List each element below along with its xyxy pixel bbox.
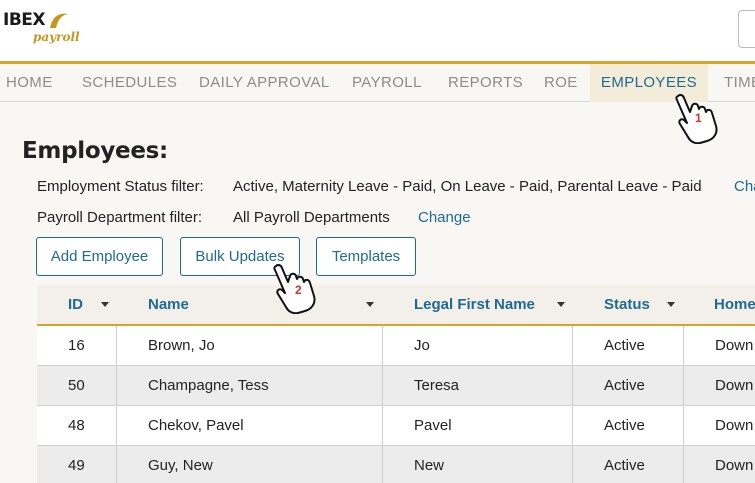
- header-search-input[interactable]: [738, 10, 755, 48]
- logo-wordmark: IBEX: [3, 10, 46, 30]
- table-row[interactable]: 49 Guy, New New Active Down: [37, 446, 755, 483]
- cell-id: 50: [68, 377, 85, 394]
- page-title: Employees:: [22, 138, 168, 164]
- column-header-id[interactable]: ID: [68, 285, 83, 324]
- cell-legal-first-name: Teresa: [414, 377, 460, 394]
- ibex-horn-icon: [50, 13, 68, 28]
- cell-home: Down: [715, 457, 754, 474]
- templates-button[interactable]: Templates: [316, 237, 416, 276]
- table-row[interactable]: 16 Brown, Jo Jo Active Down: [37, 326, 755, 366]
- table-header: ID Name Legal First Name Status Home: [37, 285, 755, 326]
- dept-filter-change-link[interactable]: Change: [418, 209, 471, 226]
- cell-status: Active: [604, 417, 645, 434]
- cell-status: Active: [604, 377, 645, 394]
- sort-caret-icon[interactable]: [667, 302, 675, 307]
- nav-item-payroll[interactable]: PAYROLL: [352, 64, 422, 102]
- add-employee-button[interactable]: Add Employee: [36, 237, 163, 276]
- cell-home: Down: [715, 337, 754, 354]
- column-header-status[interactable]: Status: [604, 285, 650, 324]
- cell-legal-first-name: Jo: [414, 337, 430, 354]
- cell-name[interactable]: Brown, Jo: [148, 326, 215, 365]
- dept-filter-value: All Payroll Departments: [233, 209, 390, 226]
- sort-caret-icon[interactable]: [366, 302, 374, 307]
- status-filter-label: Employment Status filter:: [37, 178, 204, 195]
- cell-id: 49: [68, 457, 85, 474]
- cell-legal-first-name: Pavel: [414, 417, 452, 434]
- nav-item-reports[interactable]: REPORTS: [448, 64, 523, 102]
- sort-caret-icon[interactable]: [557, 302, 565, 307]
- table-row[interactable]: 48 Chekov, Pavel Pavel Active Down: [37, 406, 755, 446]
- column-header-legal-first-name[interactable]: Legal First Name: [414, 285, 535, 324]
- cell-home: Down: [715, 417, 754, 434]
- ibex-payroll-logo[interactable]: IBEX payroll: [3, 10, 80, 50]
- nav-item-roe[interactable]: ROE: [544, 64, 578, 102]
- column-header-name[interactable]: Name: [148, 285, 189, 324]
- nav-item-schedules[interactable]: SCHEDULES: [82, 64, 177, 102]
- column-header-home[interactable]: Home: [714, 285, 755, 324]
- cell-status: Active: [604, 337, 645, 354]
- main-nav: HOME SCHEDULES DAILY APPROVAL PAYROLL RE…: [0, 61, 755, 102]
- main-content: Employees: Employment Status filter: Act…: [0, 102, 755, 483]
- cell-legal-first-name: New: [414, 457, 445, 474]
- dept-filter-label: Payroll Department filter:: [37, 209, 203, 226]
- step-number-badge: 1: [695, 111, 702, 125]
- sort-caret-icon[interactable]: [101, 302, 109, 307]
- nav-item-time[interactable]: TIME: [724, 64, 755, 102]
- nav-item-daily-approval[interactable]: DAILY APPROVAL: [199, 64, 330, 102]
- cell-name[interactable]: Guy, New: [148, 446, 213, 483]
- cell-name[interactable]: Chekov, Pavel: [148, 406, 244, 445]
- cell-id: 48: [68, 417, 85, 434]
- cell-name[interactable]: Champagne, Tess: [148, 366, 269, 405]
- status-filter-value: Active, Maternity Leave - Paid, On Leave…: [233, 178, 702, 195]
- cell-status: Active: [604, 457, 645, 474]
- step-number-badge: 2: [295, 283, 302, 297]
- logo-subtitle: payroll: [33, 30, 80, 44]
- employees-table: ID Name Legal First Name Status Home 16 …: [37, 285, 755, 483]
- app-header: IBEX payroll: [0, 0, 755, 61]
- status-filter-row: Employment Status filter: Active, Matern…: [37, 178, 755, 195]
- cell-id: 16: [68, 337, 85, 354]
- table-row[interactable]: 50 Champagne, Tess Teresa Active Down: [37, 366, 755, 406]
- status-filter-change-link[interactable]: Cha: [734, 178, 755, 195]
- dept-filter-row: Payroll Department filter: All Payroll D…: [37, 209, 471, 226]
- hand-pointer-icon: [273, 263, 316, 314]
- nav-item-home[interactable]: HOME: [6, 64, 53, 102]
- cell-home: Down: [715, 377, 754, 394]
